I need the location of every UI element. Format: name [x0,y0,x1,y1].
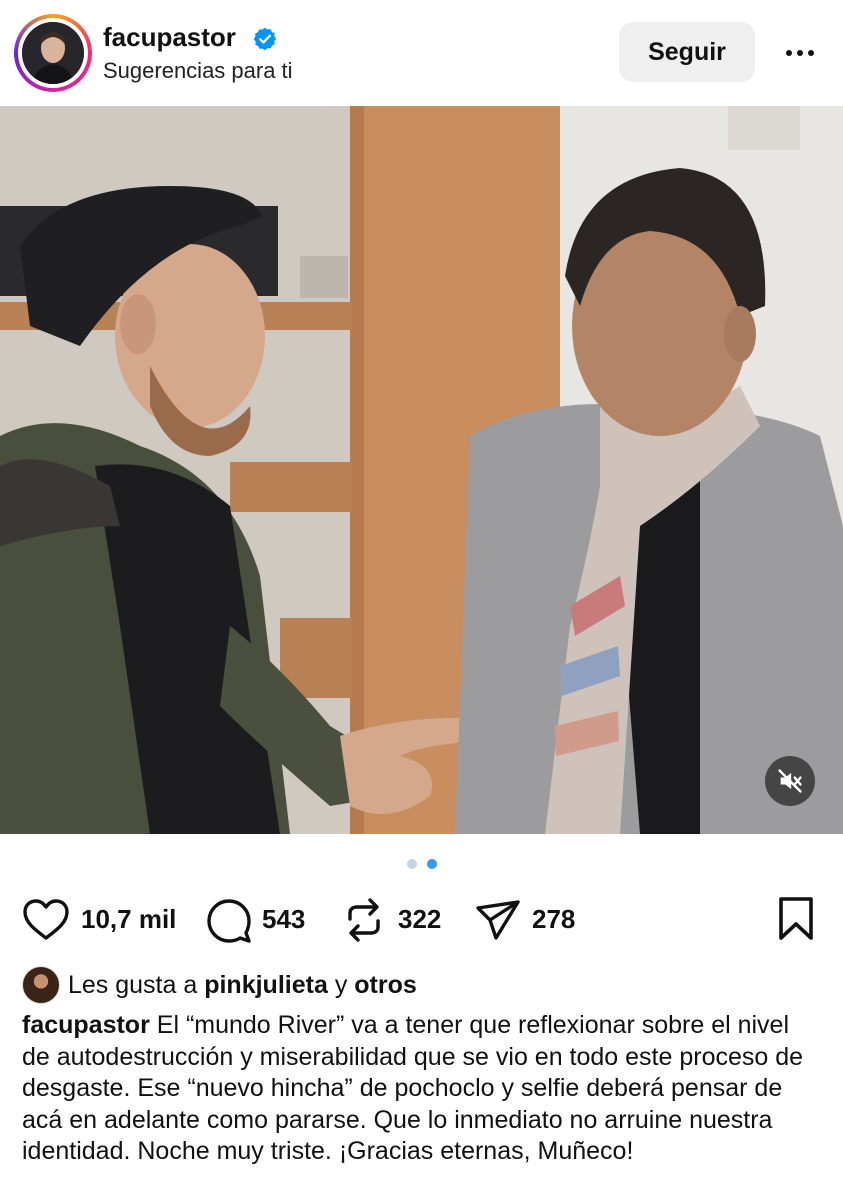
comment-icon[interactable] [206,898,252,944]
liked-by-connector: y [334,971,348,999]
post-header: facupastor Sugerencias para ti Seguir [0,0,843,106]
heart-icon[interactable] [22,898,70,942]
carousel-dot-active [427,859,437,869]
profile-avatar[interactable] [14,14,92,92]
verified-badge-icon [253,27,277,51]
bookmark-icon[interactable] [776,896,816,942]
carousel-indicator [405,859,445,871]
likes-count[interactable]: 10,7 mil [81,904,176,935]
avatar-photo [22,22,84,84]
comments-count[interactable]: 543 [262,904,305,935]
carousel-dot [407,859,417,869]
liked-by-others[interactable]: otros [354,971,417,999]
caption-username[interactable]: facupastor [22,1011,150,1039]
post-image[interactable] [0,106,843,834]
liker-avatar[interactable] [22,966,60,1004]
post-username[interactable]: facupastor [103,22,236,53]
share-icon[interactable] [474,898,522,942]
liked-by-text[interactable]: Les gusta a pinkjulieta y otros [68,971,417,1000]
more-options-icon[interactable] [780,36,820,70]
post-caption: facupastor El “mundo River” va a tener q… [22,1010,822,1168]
photo-illustration [0,106,843,834]
post-subtitle: Sugerencias para ti [103,58,293,83]
liked-by-row: Les gusta a pinkjulieta y otros [22,966,822,1004]
repost-icon[interactable] [342,897,386,943]
liked-by-prefix: Les gusta a [68,971,198,999]
action-bar: 10,7 mil 543 322 278 [0,890,843,950]
liked-by-user[interactable]: pinkjulieta [204,971,328,999]
reposts-count[interactable]: 322 [398,904,441,935]
shares-count[interactable]: 278 [532,904,575,935]
mute-icon[interactable] [765,756,815,806]
follow-button[interactable]: Seguir [619,22,755,82]
